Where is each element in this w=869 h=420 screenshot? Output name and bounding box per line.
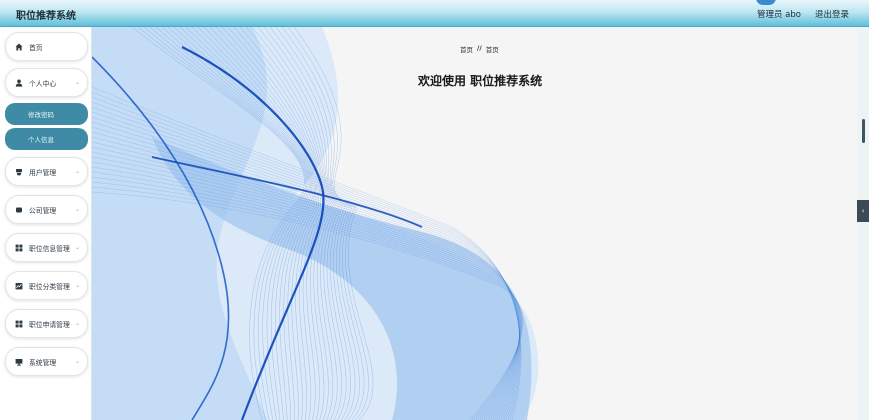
- chevron-down-icon: ⌄: [74, 79, 80, 86]
- chevron-down-icon: ⌄: [74, 320, 80, 327]
- collapse-panel-button[interactable]: ‹: [857, 200, 869, 222]
- user-manage-icon: [15, 168, 23, 176]
- right-edge-panel: ‹: [857, 27, 869, 420]
- sidebar-item-job-application-management[interactable]: 职位申请管理 ⌄: [5, 309, 88, 338]
- sidebar-subitem-personal-info[interactable]: 个人信息: [5, 128, 88, 150]
- app-title: 职位推荐系统: [16, 11, 76, 22]
- chevron-down-icon: ⌄: [74, 282, 80, 289]
- sidebar-subitem-change-password[interactable]: 修改密码: [5, 103, 88, 125]
- top-bar: 职位推荐系统 管理员 abo 退出登录: [0, 0, 869, 27]
- breadcrumb-separator: //: [477, 44, 482, 52]
- chevron-down-icon: ⌄: [74, 244, 80, 251]
- monitor-icon: [15, 358, 23, 366]
- scroll-indicator: [862, 119, 865, 143]
- sidebar-subitem-label: 个人信息: [28, 136, 54, 144]
- sidebar-item-label: 职位申请管理: [29, 320, 70, 329]
- chevron-down-icon: ⌄: [74, 206, 80, 213]
- chevron-down-icon: ⌄: [74, 358, 80, 365]
- sidebar-item-user-management[interactable]: 用户管理 ⌄: [5, 157, 88, 186]
- sidebar-item-label: 首页: [29, 43, 43, 52]
- user-icon: [15, 79, 23, 87]
- sidebar-item-label: 用户管理: [29, 168, 57, 177]
- sidebar-item-job-info-management[interactable]: 职位信息管理 ⌄: [5, 233, 88, 262]
- breadcrumb-home-link[interactable]: 首页: [460, 44, 473, 54]
- chart-icon: [15, 282, 23, 290]
- top-right-actions: 管理员 abo 退出登录: [757, 8, 849, 20]
- home-icon: [15, 43, 23, 51]
- main-content: 首页 // 首页 欢迎使用 职位推荐系统: [92, 27, 857, 420]
- sidebar-item-system-management[interactable]: 系统管理 ⌄: [5, 347, 88, 376]
- chevron-down-icon: ⌄: [74, 168, 80, 175]
- logout-link[interactable]: 退出登录: [815, 8, 849, 20]
- sidebar-item-label: 系统管理: [29, 358, 57, 367]
- company-icon: [15, 206, 23, 214]
- sidebar-item-home[interactable]: 首页: [5, 32, 88, 61]
- sidebar-item-label: 个人中心: [29, 79, 57, 88]
- breadcrumb: 首页 // 首页: [460, 44, 499, 54]
- sidebar-subitem-label: 修改密码: [28, 111, 54, 119]
- user-avatar-icon: [756, 0, 776, 5]
- sidebar-item-label: 职位信息管理: [29, 244, 70, 253]
- sidebar-item-label: 职位分类管理: [29, 282, 70, 291]
- sidebar-item-label: 公司管理: [29, 206, 57, 215]
- chevron-left-icon: ‹: [861, 207, 865, 215]
- sidebar: 首页 个人中心 ⌄ 修改密码 个人信息 用户管理 ⌄ 公司管理 ⌄ 职位信息管理…: [0, 27, 92, 420]
- sidebar-item-personal-center[interactable]: 个人中心 ⌄: [5, 68, 88, 97]
- current-user-label: 管理员 abo: [756, 10, 801, 20]
- grid-icon: [15, 244, 23, 252]
- breadcrumb-current: 首页: [485, 46, 499, 54]
- grid-icon: [15, 320, 23, 328]
- sidebar-item-job-category-management[interactable]: 职位分类管理 ⌄: [5, 271, 88, 300]
- welcome-title: 欢迎使用 职位推荐系统: [418, 74, 543, 88]
- sidebar-item-company-management[interactable]: 公司管理 ⌄: [5, 195, 88, 224]
